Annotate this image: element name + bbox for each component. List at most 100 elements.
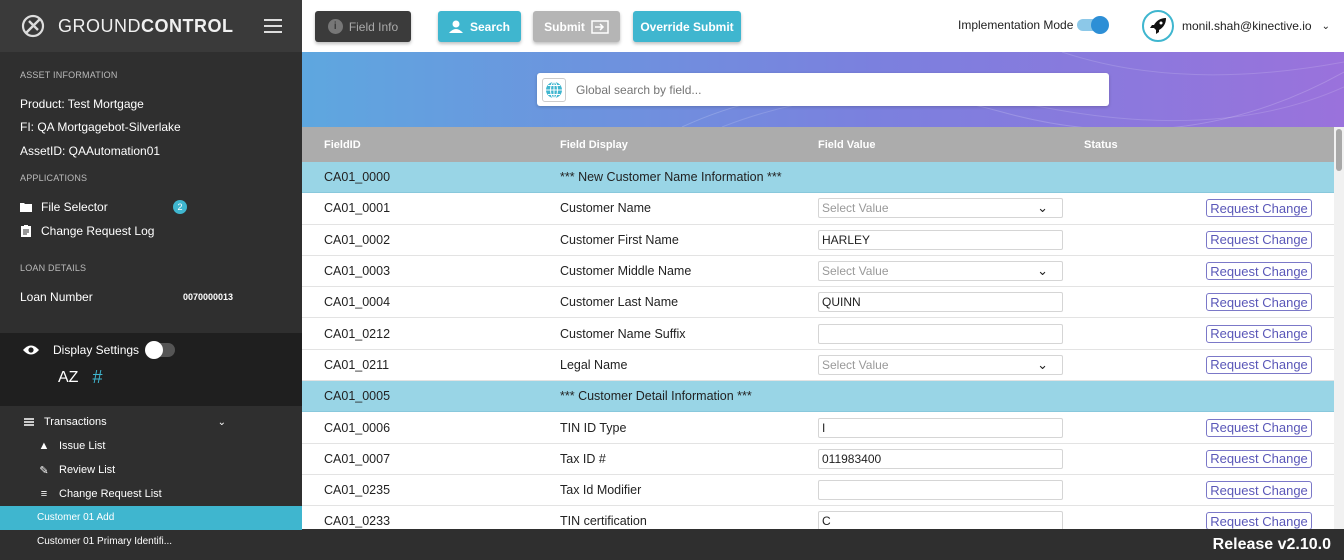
request-change-button[interactable]: Request Change <box>1206 324 1312 343</box>
implementation-mode-toggle[interactable] <box>1077 16 1110 34</box>
menu-icon[interactable] <box>264 19 282 33</box>
field-value-select[interactable]: Select Value ⌄ <box>818 261 1063 282</box>
sort-numeric-button[interactable]: # <box>92 367 102 388</box>
table-row: CA01_0233 TIN certification C Request Chang… <box>302 506 1344 529</box>
user-menu[interactable]: monil.shah@kinective.io ⌄ <box>1142 10 1330 42</box>
field-id: CA01_0002 <box>324 232 391 247</box>
user-email: monil.shah@kinective.io <box>1182 19 1312 33</box>
header-status[interactable]: Status <box>1084 139 1118 151</box>
field-info-button[interactable]: i Field Info <box>315 11 411 42</box>
field-display: Legal Name <box>560 357 628 372</box>
field-value-input[interactable]: HARLEY <box>818 229 1063 250</box>
implementation-mode-label: Implementation Mode <box>958 18 1074 32</box>
review-icon: ✎ <box>39 464 49 477</box>
field-display: *** New Customer Name Information *** <box>560 170 782 185</box>
request-change-button[interactable]: Request Change <box>1206 355 1312 374</box>
field-display: Customer Name Suffix <box>560 326 686 341</box>
asset-information-title: ASSET INFORMATION <box>20 70 118 80</box>
customer-01-primary-link[interactable]: Customer 01 Primary Identifi... <box>0 530 302 554</box>
header-field-display[interactable]: Field Display <box>560 139 628 151</box>
field-value-input[interactable]: QUINN <box>818 292 1063 313</box>
header-fieldid[interactable]: FieldID <box>324 139 361 151</box>
request-change-button[interactable]: Request Change <box>1206 230 1312 249</box>
change-request-log-link[interactable]: Change Request Log <box>0 219 302 243</box>
table-row: CA01_0007 Tax ID # 011983400 Request Change <box>302 443 1344 475</box>
request-change-button[interactable]: Request Change <box>1206 293 1312 312</box>
field-display: TIN certification <box>560 514 647 529</box>
table-row: CA01_0001 Customer Name Select Value ⌄ Reque… <box>302 193 1344 225</box>
field-value-input[interactable]: C <box>818 511 1063 529</box>
applications-title: APPLICATIONS <box>20 173 88 183</box>
issue-list-link[interactable]: ▲ Issue List <box>0 434 302 458</box>
global-search-input[interactable] <box>576 82 1076 97</box>
field-id: CA01_0235 <box>324 483 391 498</box>
table-scrollbar[interactable] <box>1334 127 1344 529</box>
loan-number-value: 0070000013 <box>182 292 233 302</box>
review-list-link[interactable]: ✎ Review List <box>0 458 302 482</box>
top-toolbar: i Field Info Search Submit Override Subm… <box>302 0 1344 52</box>
request-change-button[interactable]: Request Change <box>1206 449 1312 468</box>
table-body: CA01_0000 *** New Customer Name Informati… <box>302 162 1344 529</box>
review-list-label: Review List <box>59 464 116 476</box>
chevron-down-icon: ⌄ <box>1037 200 1048 216</box>
field-id: CA01_0211 <box>324 357 390 372</box>
chevron-down-icon: ⌄ <box>1037 356 1048 372</box>
field-info-label: Field Info <box>348 19 399 34</box>
table-row: CA01_0212 Customer Name Suffix Request Cha… <box>302 318 1344 350</box>
field-value-input[interactable] <box>818 323 1063 344</box>
select-placeholder: Select Value <box>822 264 889 279</box>
header-field-value[interactable]: Field Value <box>818 139 875 151</box>
request-change-button[interactable]: Request Change <box>1206 262 1312 281</box>
transactions-header[interactable]: Transactions ⌄ <box>0 410 302 434</box>
footer: Release v2.10.0 <box>302 529 1344 560</box>
table-header: FieldID Field Display Field Value Status <box>302 127 1344 162</box>
info-icon: i <box>327 19 343 34</box>
field-display: Customer Last Name <box>560 295 679 310</box>
field-id: CA01_0003 <box>324 264 391 279</box>
request-change-button[interactable]: Request Change <box>1206 199 1312 218</box>
warning-icon: ▲ <box>38 440 50 452</box>
field-display: Tax Id Modifier <box>560 483 642 498</box>
scrollbar-thumb[interactable] <box>1336 129 1342 171</box>
submit-button[interactable]: Submit <box>533 11 620 42</box>
request-change-button[interactable]: Request Change <box>1206 418 1312 437</box>
field-value-select[interactable]: Select Value ⌄ <box>818 198 1063 219</box>
eye-icon <box>23 345 39 355</box>
table-row: CA01_0211 Legal Name Select Value ⌄ Request … <box>302 349 1344 382</box>
avatar <box>1142 10 1174 42</box>
display-settings-label: Display Settings <box>53 343 140 357</box>
list-icon <box>24 418 34 426</box>
field-display: Customer Name <box>560 201 651 216</box>
sidebar: GROUNDCONTROL ASSET INFORMATION Product:… <box>0 0 302 560</box>
change-request-list-label: Change Request List <box>59 488 162 500</box>
field-value-input[interactable]: 011983400 <box>818 448 1063 469</box>
field-id: CA01_0000 <box>324 170 391 185</box>
table-row: CA01_0003 Customer Middle Name Select Valu… <box>302 255 1344 288</box>
request-change-button[interactable]: Request Change <box>1206 512 1312 529</box>
search-banner <box>302 52 1344 127</box>
user-icon <box>448 20 463 33</box>
chevron-down-icon: ⌄ <box>1321 20 1330 32</box>
customer-01-add-link[interactable]: Customer 01 Add <box>0 506 302 530</box>
override-submit-button[interactable]: Override Submit <box>633 11 741 42</box>
sort-alpha-button[interactable]: AZ <box>58 369 78 387</box>
display-settings-row: Display Settings <box>0 333 302 359</box>
change-request-list-link[interactable]: ≡ Change Request List <box>0 482 302 506</box>
clipboard-icon <box>20 225 32 237</box>
submit-arrow-icon <box>591 19 609 34</box>
select-placeholder: Select Value <box>822 201 889 216</box>
submit-label: Submit <box>544 19 585 34</box>
field-display: TIN ID Type <box>560 420 627 435</box>
chevron-down-icon: ⌄ <box>1037 263 1048 279</box>
file-selector-link[interactable]: File Selector 2 <box>0 195 302 219</box>
globe-icon[interactable] <box>542 77 566 102</box>
issue-list-label: Issue List <box>59 440 106 452</box>
field-value-input[interactable] <box>818 480 1063 501</box>
field-value-input[interactable]: I <box>818 417 1063 438</box>
chevron-down-icon: ⌄ <box>217 416 226 428</box>
display-settings-toggle[interactable] <box>145 341 176 359</box>
field-id: CA01_0233 <box>324 514 391 529</box>
field-value-select[interactable]: Select Value ⌄ <box>818 354 1063 375</box>
request-change-button[interactable]: Request Change <box>1206 481 1312 500</box>
search-button[interactable]: Search <box>438 11 521 42</box>
